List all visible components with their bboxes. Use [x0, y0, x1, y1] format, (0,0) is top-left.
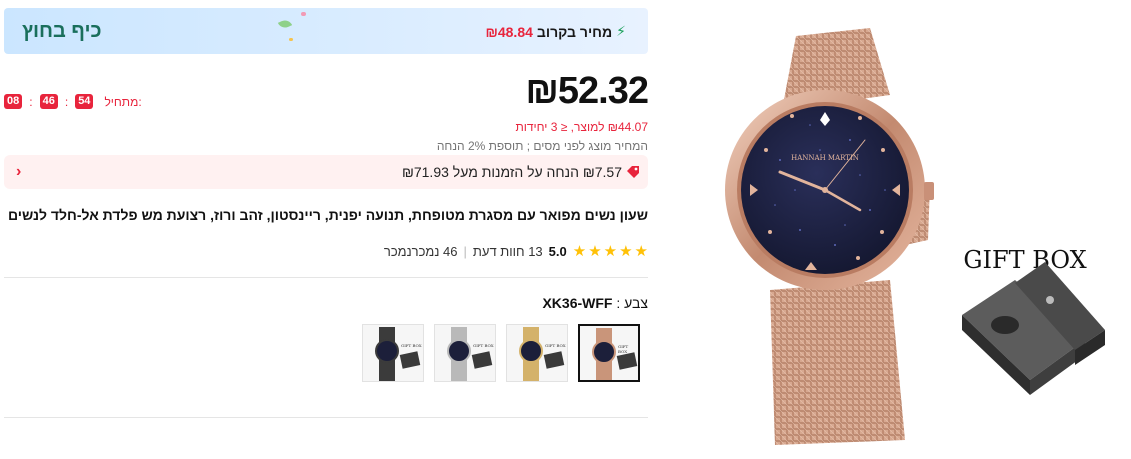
sold-count: 46 נמכרנמכר: [383, 243, 458, 259]
upcoming-price-value: ₪48.84: [485, 23, 533, 40]
swatch-gift-box: [616, 352, 638, 370]
tag-icon: [627, 166, 639, 178]
product-title: שעון נשים מפואר עם מסגרת מטופחת, תנועה י…: [7, 207, 648, 223]
star-icon: ★: [619, 243, 633, 260]
lightning-icon: ⚡: [616, 23, 626, 39]
swatch-gift-box: [471, 351, 493, 369]
divider-line: [4, 277, 648, 278]
swatch-dial: [375, 339, 399, 363]
upcoming-price: ⚡ מחיר בקרוב ₪48.84: [485, 23, 626, 40]
confetti-decoration: [301, 12, 306, 16]
coupon-text: ₪7.57 הנחה על הזמנות מעל ₪71.93: [401, 164, 622, 180]
promo-banner[interactable]: כיף בחוץ ⚡ מחיר בקרוב ₪48.84: [4, 8, 648, 54]
star-icon: ★: [588, 243, 602, 260]
color-swatch-silver[interactable]: GIFT BOX: [434, 324, 496, 382]
rating-summary[interactable]: ★ ★ ★ ★ ★ 5.0 13 חוות דעת | 46 נמכרנמכר: [384, 242, 648, 260]
current-price: ₪52.32: [525, 70, 649, 112]
star-rating: ★ ★ ★ ★ ★: [573, 242, 648, 260]
gift-box-image: [962, 262, 1105, 395]
divider: |: [463, 243, 467, 259]
chevron-right-icon[interactable]: ›: [16, 163, 21, 181]
confetti-decoration: [289, 38, 293, 41]
swatch-gift-box: [543, 351, 565, 369]
swatch-box-text: GIFT BOX: [401, 343, 422, 348]
swatch-dial: [592, 340, 616, 364]
product-main-image[interactable]: HANNAH MARTIN GIFT BOX: [700, 0, 1131, 459]
swatch-gift-box: [399, 351, 421, 369]
swatch-box-text: GIFT BOX: [545, 343, 566, 348]
countdown-timer: 08 : 46 : 54 מתחיל:: [4, 94, 142, 109]
swatch-dial: [447, 339, 471, 363]
tax-note: המחיר מוצג לפני מסים ; תוספת 2% הנחה: [436, 139, 648, 153]
color-label-text: צבע :: [616, 295, 648, 311]
leaf-decoration: [277, 17, 293, 31]
watch-strap-bottom: [770, 280, 905, 445]
rating-score: 5.0: [548, 243, 567, 259]
star-icon: ★: [634, 243, 648, 260]
product-info-panel: כיף בחוץ ⚡ מחיר בקרוב ₪48.84 08 : 46 : 5…: [4, 8, 649, 459]
timer-minutes: 46: [39, 94, 58, 109]
bulk-unit-price: ₪44.07 למוצר, ≤ 3 יחידות: [515, 120, 648, 134]
timer-label: מתחיל:: [104, 94, 142, 109]
color-selector-label: צבע : XK36-WFF: [542, 295, 648, 311]
upcoming-price-label: מחיר בקרוב: [536, 23, 613, 40]
timer-seconds: 54: [75, 94, 94, 109]
coupon-banner[interactable]: › ₪7.57 הנחה על הזמנות מעל ₪71.93: [4, 155, 648, 189]
selected-color-value: XK36-WFF: [542, 295, 613, 311]
color-swatch-gold[interactable]: GIFT BOX: [506, 324, 568, 382]
timer-separator: :: [64, 94, 69, 109]
timer-separator: :: [29, 94, 33, 109]
gift-box-label: GIFT BOX: [963, 246, 1086, 274]
promo-title: כיף בחוץ: [22, 20, 102, 42]
timer-hours: 08: [4, 94, 23, 109]
color-swatches: GIFT BOX GIFT BOX GIFT BOX GIFT BOX: [362, 324, 640, 382]
star-icon: ★: [572, 243, 587, 260]
swatch-dial: [519, 339, 543, 363]
color-swatch-rose-gold[interactable]: GIFT BOX: [578, 324, 640, 382]
divider-line: [4, 417, 648, 418]
review-count-link[interactable]: 13 חוות דעת: [473, 244, 543, 259]
swatch-box-text: GIFT BOX: [473, 343, 494, 348]
star-icon: ★: [603, 243, 618, 260]
color-swatch-black[interactable]: GIFT BOX: [362, 324, 424, 382]
